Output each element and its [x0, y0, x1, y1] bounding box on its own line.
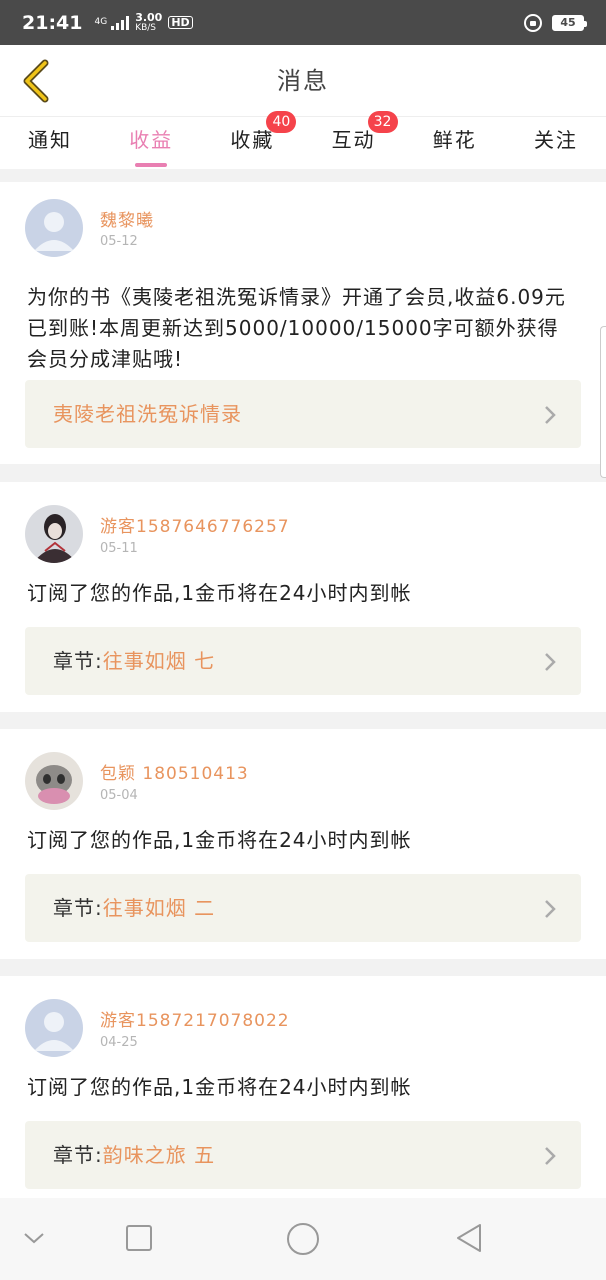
- tab-label: 鲜花: [432, 128, 477, 152]
- avatar-photo[interactable]: [25, 752, 83, 810]
- system-nav-bar: [0, 1198, 606, 1280]
- page-title: 消息: [277, 67, 329, 95]
- chapter-link[interactable]: 章节:往事如烟 二: [25, 874, 581, 942]
- tab-favorites[interactable]: 收藏 40: [220, 111, 297, 169]
- message-text: 订阅了您的作品,1金币将在24小时内到帐: [27, 828, 412, 852]
- tab-earnings[interactable]: 收益: [119, 117, 183, 169]
- tab-label: 收藏: [230, 128, 275, 152]
- chevron-right-icon: [545, 406, 556, 424]
- avatar-default[interactable]: [25, 199, 83, 257]
- message-card: 游客1587217078022 04-25 订阅了您的作品,1金币将在24小时内…: [0, 976, 606, 1198]
- hd-icon: HD: [168, 16, 193, 29]
- message-card: 包颖 180510413 05-04 订阅了您的作品,1金币将在24小时内到帐 …: [0, 729, 606, 959]
- chevron-right-icon: [545, 1147, 556, 1165]
- book-link[interactable]: 夷陵老祖洗冤诉情录: [25, 380, 581, 448]
- message-date: 04-25: [100, 1035, 138, 1050]
- tab-label: 收益: [129, 128, 174, 152]
- avatar-photo[interactable]: [25, 505, 83, 563]
- message-card: 魏黎曦 05-12 为你的书《夷陵老祖洗冤诉情录》开通了会员,收益6.09元已到…: [0, 182, 606, 464]
- user-name[interactable]: 游客1587646776257: [100, 512, 290, 537]
- tab-bar: 通知 收益 收藏 40 互动 32 鲜花 关注: [0, 111, 606, 169]
- link-value: 夷陵老祖洗冤诉情录: [53, 402, 242, 426]
- net-speed: 3.00 KB/S: [135, 10, 163, 33]
- chevron-right-icon: [545, 900, 556, 918]
- tab-notify[interactable]: 通知: [18, 117, 82, 169]
- link-value: 往事如烟 七: [102, 649, 216, 673]
- status-time: 21:41: [22, 11, 83, 34]
- link-label: 章节:韵味之旅 五: [53, 1121, 215, 1189]
- link-prefix: 章节:: [53, 896, 103, 920]
- tab-interactions[interactable]: 互动 32: [322, 111, 398, 169]
- network-indicator: 4G: [94, 15, 130, 30]
- user-photo-icon: [25, 752, 83, 810]
- status-bar: 21:41 4G 3.00 KB/S HD 45: [0, 0, 606, 45]
- tab-follow[interactable]: 关注: [524, 117, 588, 169]
- triangle-back-icon[interactable]: [454, 1222, 484, 1254]
- rotation-lock-icon: [524, 13, 542, 32]
- scroll-handle[interactable]: [600, 326, 606, 478]
- message-date: 05-04: [100, 788, 138, 803]
- tab-label: 互动: [331, 128, 376, 152]
- user-photo-icon: [25, 505, 83, 563]
- message-date: 05-11: [100, 541, 138, 556]
- link-value: 往事如烟 二: [102, 896, 216, 920]
- chapter-link[interactable]: 章节:韵味之旅 五: [25, 1121, 581, 1189]
- signal-icon: [111, 15, 130, 30]
- battery-icon: 45: [552, 14, 587, 31]
- link-prefix: 章节:: [53, 649, 103, 673]
- message-card: 游客1587646776257 05-11 订阅了您的作品,1金币将在24小时内…: [0, 482, 606, 712]
- chevron-down-icon[interactable]: [22, 1230, 46, 1246]
- default-user-icon: [25, 999, 83, 1057]
- network-type: 4G: [94, 17, 108, 27]
- net-speed-unit: KB/S: [135, 22, 157, 33]
- default-user-icon: [25, 199, 83, 257]
- app-header: 消息: [0, 45, 606, 117]
- link-value: 韵味之旅 五: [102, 1143, 216, 1167]
- tab-flowers[interactable]: 鲜花: [423, 117, 487, 169]
- user-name[interactable]: 包颖 180510413: [100, 759, 249, 784]
- chevron-right-icon: [545, 653, 556, 671]
- unread-badge: 32: [367, 111, 398, 133]
- message-date: 05-12: [100, 234, 138, 249]
- link-label: 章节:往事如烟 七: [53, 627, 215, 695]
- chapter-link[interactable]: 章节:往事如烟 七: [25, 627, 581, 695]
- user-name[interactable]: 魏黎曦: [100, 206, 154, 231]
- circle-icon[interactable]: [286, 1222, 320, 1256]
- square-icon[interactable]: [125, 1224, 153, 1252]
- unread-badge: 40: [266, 111, 297, 133]
- tab-label: 关注: [533, 128, 578, 152]
- net-speed-value: 3.00: [135, 10, 163, 24]
- link-label: 夷陵老祖洗冤诉情录: [53, 380, 242, 448]
- user-name[interactable]: 游客1587217078022: [100, 1006, 290, 1031]
- message-text: 订阅了您的作品,1金币将在24小时内到帐: [27, 1075, 412, 1099]
- message-text: 为你的书《夷陵老祖洗冤诉情录》开通了会员,收益6.09元已到账!本周更新达到50…: [27, 285, 566, 371]
- message-text: 订阅了您的作品,1金币将在24小时内到帐: [27, 581, 412, 605]
- tab-label: 通知: [28, 128, 72, 152]
- link-label: 章节:往事如烟 二: [53, 874, 215, 942]
- link-prefix: 章节:: [53, 1143, 103, 1167]
- avatar-default[interactable]: [25, 999, 83, 1057]
